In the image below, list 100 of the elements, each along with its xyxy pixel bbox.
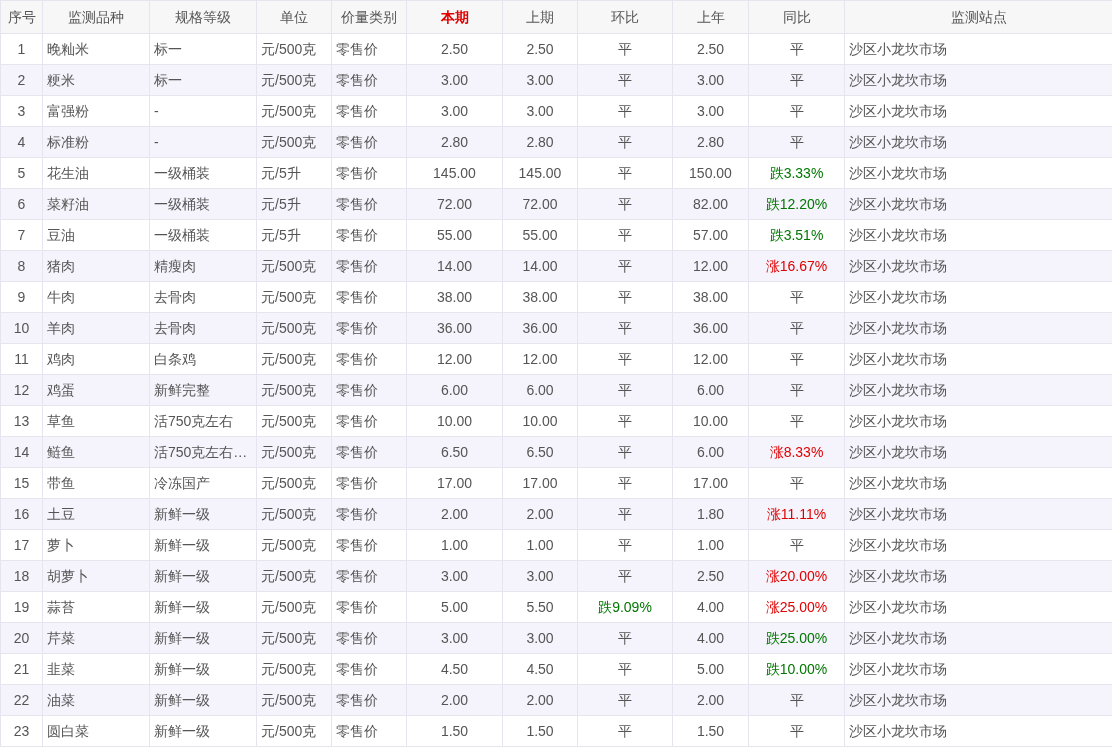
price-type-cell: 零售价 bbox=[331, 405, 407, 437]
year-change-cell: 平 bbox=[748, 529, 845, 561]
price-type-cell: 零售价 bbox=[331, 622, 407, 654]
current-price-cell: 10.00 bbox=[406, 405, 503, 437]
price-type-cell: 零售价 bbox=[331, 312, 407, 344]
year-change-cell: 平 bbox=[748, 281, 845, 313]
year-change-cell: 跌12.20% bbox=[748, 188, 845, 220]
previous-price-cell: 5.50 bbox=[502, 591, 578, 623]
last-year-price-cell: 10.00 bbox=[672, 405, 749, 437]
current-price-cell: 2.80 bbox=[406, 126, 503, 158]
current-price-cell: 4.50 bbox=[406, 653, 503, 685]
current-price-cell: 2.50 bbox=[406, 33, 503, 65]
price-type-cell: 零售价 bbox=[331, 591, 407, 623]
previous-price-cell: 38.00 bbox=[502, 281, 578, 313]
month-change-cell: 平 bbox=[577, 343, 673, 375]
month-change-cell: 平 bbox=[577, 529, 673, 561]
month-change-cell: 平 bbox=[577, 684, 673, 716]
year-change-cell: 平 bbox=[748, 33, 845, 65]
previous-price-cell: 3.00 bbox=[502, 64, 578, 96]
row-number: 2 bbox=[0, 64, 43, 96]
current-price-cell: 36.00 bbox=[406, 312, 503, 344]
month-change-cell: 平 bbox=[577, 312, 673, 344]
year-change-cell: 涨16.67% bbox=[748, 250, 845, 282]
previous-price-cell: 2.80 bbox=[502, 126, 578, 158]
item-cell: 粳米 bbox=[42, 64, 150, 96]
last-year-price-cell: 57.00 bbox=[672, 219, 749, 251]
last-year-price-cell: 2.50 bbox=[672, 560, 749, 592]
current-price-cell: 1.00 bbox=[406, 529, 503, 561]
row-number: 12 bbox=[0, 374, 43, 406]
price-type-cell: 零售价 bbox=[331, 436, 407, 468]
last-year-price-cell: 12.00 bbox=[672, 343, 749, 375]
grade-cell: 新鲜一级 bbox=[149, 622, 257, 654]
column-header: 价量类别 bbox=[331, 0, 407, 34]
unit-cell: 元/500克 bbox=[256, 622, 332, 654]
unit-cell: 元/500克 bbox=[256, 64, 332, 96]
grade-cell: 新鲜一级 bbox=[149, 715, 257, 747]
last-year-price-cell: 36.00 bbox=[672, 312, 749, 344]
current-price-cell: 3.00 bbox=[406, 560, 503, 592]
grade-cell: 活750克左右… bbox=[149, 436, 257, 468]
current-price-cell: 55.00 bbox=[406, 219, 503, 251]
unit-cell: 元/500克 bbox=[256, 498, 332, 530]
year-change-cell: 平 bbox=[748, 374, 845, 406]
year-change-cell: 平 bbox=[748, 64, 845, 96]
row-number: 5 bbox=[0, 157, 43, 189]
column-header: 本期 bbox=[406, 0, 503, 34]
item-cell: 晚籼米 bbox=[42, 33, 150, 65]
current-price-cell: 12.00 bbox=[406, 343, 503, 375]
month-change-cell: 平 bbox=[577, 405, 673, 437]
previous-price-cell: 55.00 bbox=[502, 219, 578, 251]
item-cell: 标准粉 bbox=[42, 126, 150, 158]
grade-cell: 去骨肉 bbox=[149, 281, 257, 313]
last-year-price-cell: 38.00 bbox=[672, 281, 749, 313]
last-year-price-cell: 3.00 bbox=[672, 64, 749, 96]
year-change-cell: 跌25.00% bbox=[748, 622, 845, 654]
price-type-cell: 零售价 bbox=[331, 64, 407, 96]
month-change-cell: 平 bbox=[577, 715, 673, 747]
previous-price-cell: 2.00 bbox=[502, 684, 578, 716]
previous-price-cell: 14.00 bbox=[502, 250, 578, 282]
grade-cell: 标一 bbox=[149, 33, 257, 65]
month-change-cell: 平 bbox=[577, 281, 673, 313]
year-change-cell: 跌3.33% bbox=[748, 157, 845, 189]
row-number: 18 bbox=[0, 560, 43, 592]
item-cell: 富强粉 bbox=[42, 95, 150, 127]
item-cell: 油菜 bbox=[42, 684, 150, 716]
unit-cell: 元/500克 bbox=[256, 95, 332, 127]
unit-cell: 元/500克 bbox=[256, 281, 332, 313]
item-cell: 鸡肉 bbox=[42, 343, 150, 375]
previous-price-cell: 1.00 bbox=[502, 529, 578, 561]
year-change-cell: 平 bbox=[748, 126, 845, 158]
column-header: 序号 bbox=[0, 0, 43, 34]
previous-price-cell: 72.00 bbox=[502, 188, 578, 220]
previous-price-cell: 4.50 bbox=[502, 653, 578, 685]
current-price-cell: 17.00 bbox=[406, 467, 503, 499]
item-cell: 带鱼 bbox=[42, 467, 150, 499]
last-year-price-cell: 150.00 bbox=[672, 157, 749, 189]
previous-price-cell: 17.00 bbox=[502, 467, 578, 499]
month-change-cell: 平 bbox=[577, 622, 673, 654]
current-price-cell: 3.00 bbox=[406, 64, 503, 96]
unit-cell: 元/500克 bbox=[256, 653, 332, 685]
row-number: 22 bbox=[0, 684, 43, 716]
row-number: 20 bbox=[0, 622, 43, 654]
grade-cell: 一级桶装 bbox=[149, 157, 257, 189]
month-change-cell: 平 bbox=[577, 498, 673, 530]
previous-price-cell: 12.00 bbox=[502, 343, 578, 375]
last-year-price-cell: 3.00 bbox=[672, 95, 749, 127]
item-cell: 芹菜 bbox=[42, 622, 150, 654]
column-header: 同比 bbox=[748, 0, 845, 34]
grade-cell: 精瘦肉 bbox=[149, 250, 257, 282]
year-change-cell: 涨20.00% bbox=[748, 560, 845, 592]
unit-cell: 元/500克 bbox=[256, 33, 332, 65]
price-type-cell: 零售价 bbox=[331, 157, 407, 189]
price-type-cell: 零售价 bbox=[331, 498, 407, 530]
current-price-cell: 6.50 bbox=[406, 436, 503, 468]
row-number: 19 bbox=[0, 591, 43, 623]
year-change-cell: 平 bbox=[748, 715, 845, 747]
unit-cell: 元/500克 bbox=[256, 250, 332, 282]
unit-cell: 元/500克 bbox=[256, 529, 332, 561]
month-change-cell: 平 bbox=[577, 157, 673, 189]
unit-cell: 元/500克 bbox=[256, 343, 332, 375]
grade-cell: 新鲜一级 bbox=[149, 591, 257, 623]
